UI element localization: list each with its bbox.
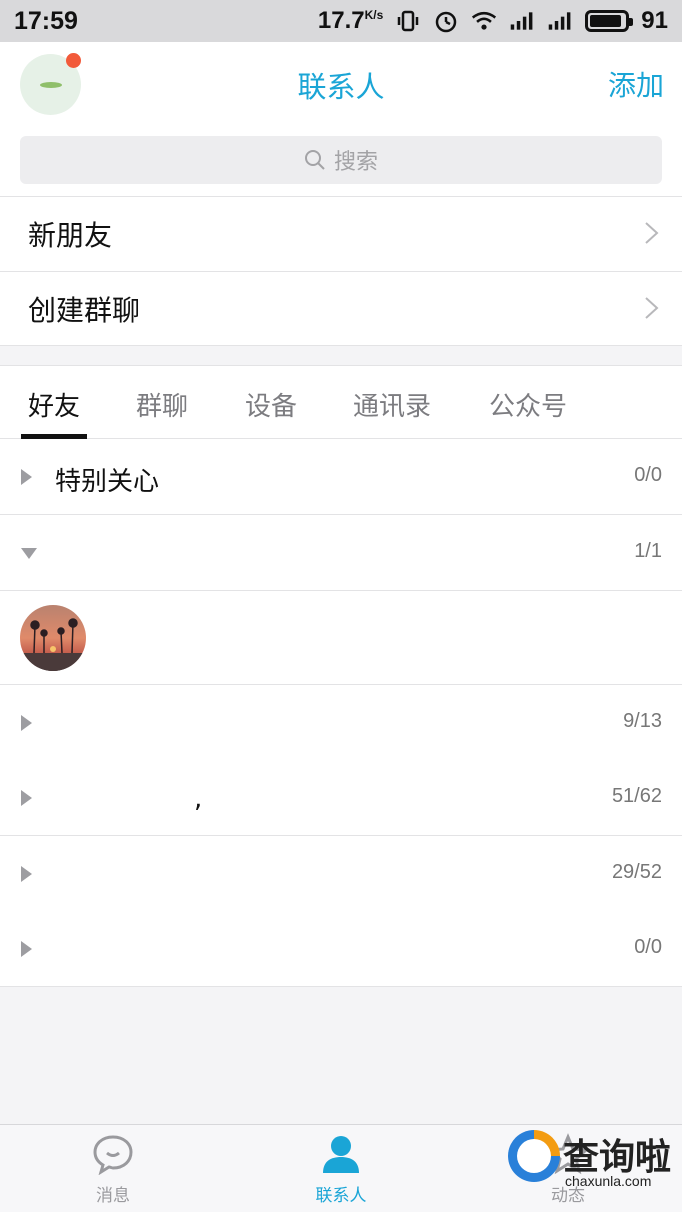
vibrate-icon — [395, 8, 421, 34]
group-count: 29/52 — [611, 861, 662, 883]
tab-devices[interactable]: 设备 — [245, 386, 297, 423]
person-icon — [323, 1136, 359, 1173]
group-row[interactable]: 29/52 — [0, 836, 682, 912]
signal-icon — [547, 8, 573, 34]
nav-contacts-label: 联系人 — [315, 1186, 367, 1206]
header: 联系人 添加 — [0, 42, 682, 124]
wifi-icon — [471, 8, 497, 34]
create-group-chat-row[interactable]: 创建群聊 — [0, 271, 682, 346]
group-count: 0/0 — [634, 936, 662, 958]
search-placeholder: 搜索 — [333, 150, 378, 175]
nav-contacts[interactable]: 联系人 — [281, 1133, 401, 1206]
add-button[interactable]: 添加 — [608, 64, 664, 104]
tab-group-chats[interactable]: 群聊 — [136, 386, 188, 423]
expand-arrow-icon — [21, 469, 32, 485]
group-row[interactable]: 9/13 — [0, 685, 682, 761]
chevron-right-icon — [645, 222, 659, 244]
search-input[interactable]: 搜索 — [20, 136, 662, 184]
group-name: 特别关心 — [55, 467, 160, 497]
status-time: 17:59 — [14, 6, 78, 35]
tab-official-accounts[interactable]: 公众号 — [489, 386, 567, 423]
battery-level: 91 — [641, 7, 668, 34]
search-bar: 搜索 — [0, 124, 682, 196]
create-group-chat-label: 创建群聊 — [28, 293, 141, 327]
signal-icon — [509, 8, 535, 34]
status-bar: 17:59 17.7K/s 91 — [0, 0, 682, 42]
new-friends-label: 新朋友 — [28, 219, 113, 252]
alarm-icon — [433, 8, 459, 34]
network-speed: 17.7K/s — [317, 7, 384, 34]
friend-item[interactable] — [0, 591, 682, 685]
group-row[interactable]: 0/0 — [0, 911, 682, 987]
expand-arrow-icon — [21, 790, 32, 806]
nav-messages[interactable]: 消息 — [53, 1133, 173, 1206]
friend-avatar — [20, 605, 86, 671]
group-count: 1/1 — [634, 540, 662, 562]
search-icon — [304, 150, 325, 170]
watermark-url: chaxunla.com — [565, 1173, 652, 1189]
group-row-special-care[interactable]: 特别关心 0/0 — [0, 439, 682, 515]
expand-arrow-icon — [21, 866, 32, 882]
expand-arrow-icon — [21, 715, 32, 731]
new-friends-row[interactable]: 新朋友 — [0, 196, 682, 271]
group-count: 9/13 — [623, 710, 662, 732]
group-name: , — [194, 784, 203, 814]
collapse-arrow-icon — [21, 548, 37, 559]
battery-icon — [585, 10, 634, 32]
nav-messages-label: 消息 — [96, 1186, 130, 1206]
chat-bubble-icon — [93, 1135, 133, 1176]
group-row[interactable]: , 51/62 — [0, 760, 682, 836]
expand-arrow-icon — [21, 941, 32, 957]
tab-friends[interactable]: 好友 — [28, 386, 80, 423]
status-right: 17.7K/s 91 — [318, 7, 668, 35]
magnifier-logo-icon — [508, 1130, 560, 1182]
tab-address-book[interactable]: 通讯录 — [353, 386, 431, 423]
chevron-right-icon — [645, 297, 659, 319]
group-count: 0/0 — [634, 464, 662, 486]
group-count: 51/62 — [611, 785, 662, 807]
watermark-logo: 查询啦 chaxunla.com — [505, 1126, 677, 1196]
group-row[interactable]: 1/1 — [0, 515, 682, 591]
page-title: 联系人 — [297, 70, 385, 104]
contact-tabs: 好友 群聊 设备 通讯录 公众号 — [0, 365, 682, 439]
